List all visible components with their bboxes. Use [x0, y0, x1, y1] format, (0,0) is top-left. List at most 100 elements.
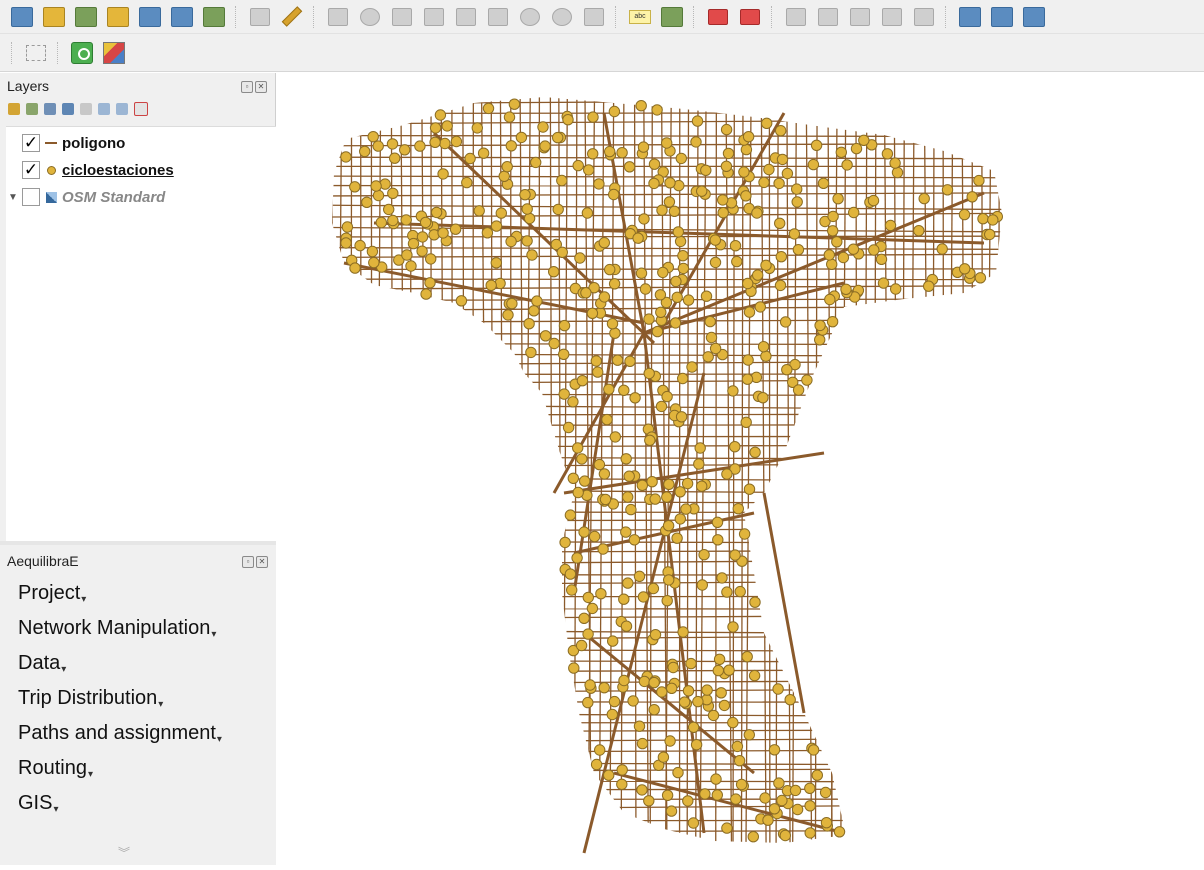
street-line — [314, 768, 1024, 771]
cut-icon[interactable] — [422, 5, 446, 29]
add-point-icon[interactable] — [358, 5, 382, 29]
station-point — [503, 310, 513, 320]
station-point — [805, 783, 815, 793]
station-point — [692, 116, 702, 126]
scroll-down-icon[interactable]: ︾ — [118, 844, 130, 861]
station-point — [371, 181, 381, 191]
station-point — [593, 367, 603, 377]
station-point — [890, 158, 900, 168]
label-rotate-icon[interactable] — [816, 5, 840, 29]
street-line — [314, 559, 1024, 564]
label-pin-2-icon[interactable] — [912, 5, 936, 29]
filter-map-icon[interactable] — [80, 103, 92, 115]
label-icon[interactable]: abc — [628, 5, 652, 29]
redo-icon[interactable] — [550, 5, 574, 29]
station-point — [832, 237, 842, 247]
station-point — [563, 422, 573, 432]
digitize-icon[interactable] — [138, 5, 162, 29]
arterial-line — [434, 133, 654, 343]
station-point — [842, 160, 852, 170]
station-point — [639, 214, 649, 224]
add-layer-icon[interactable] — [42, 5, 66, 29]
delete-icon-2[interactable] — [582, 5, 606, 29]
station-point — [640, 284, 650, 294]
line-icon[interactable] — [326, 5, 350, 29]
edit-layer-icon[interactable] — [106, 5, 130, 29]
menu-paths-and-assignment[interactable]: Paths and assignment▾ — [18, 722, 222, 757]
station-point — [673, 227, 683, 237]
label-red-icon[interactable] — [706, 5, 730, 29]
label-move-icon[interactable] — [784, 5, 808, 29]
layer-row-cicloestaciones[interactable]: ✓ cicloestaciones — [6, 158, 174, 182]
station-point — [974, 175, 984, 185]
plugin-c-icon[interactable] — [1022, 5, 1046, 29]
station-point — [658, 752, 668, 762]
station-point — [402, 250, 412, 260]
station-point — [442, 121, 452, 131]
layer-checkbox[interactable]: ✓ — [22, 161, 40, 179]
style-icon[interactable] — [8, 103, 20, 115]
layer-row-osm[interactable]: ▼ OSM Standard — [6, 185, 165, 209]
visibility-icon[interactable] — [44, 103, 56, 115]
station-point — [656, 401, 666, 411]
menu-project[interactable]: Project▾ — [18, 582, 222, 617]
delete-icon[interactable] — [390, 5, 414, 29]
undo-icon[interactable] — [518, 5, 542, 29]
collapse-all-icon[interactable] — [116, 103, 128, 115]
add-group-icon[interactable] — [26, 103, 38, 115]
station-point — [736, 779, 746, 789]
chevron-down-icon[interactable]: ▼ — [6, 192, 20, 203]
node-tool-icon[interactable] — [248, 5, 272, 29]
copy-icon[interactable] — [454, 5, 478, 29]
float-icon[interactable]: ▫ — [241, 81, 253, 93]
close-icon[interactable]: ✕ — [255, 81, 267, 93]
menu-data[interactable]: Data▾ — [18, 652, 222, 687]
label-pin-icon[interactable] — [660, 5, 684, 29]
identify-icon[interactable] — [70, 41, 94, 65]
menu-trip-distribution[interactable]: Trip Distribution▾ — [18, 687, 222, 722]
station-point — [792, 197, 802, 207]
open-layer-icon[interactable] — [10, 5, 34, 29]
menu-network-manipulation[interactable]: Network Manipulation▾ — [18, 617, 222, 652]
station-point — [605, 146, 615, 156]
close-icon[interactable]: ✕ — [256, 556, 268, 568]
pencil-icon[interactable] — [280, 5, 304, 29]
street-line — [962, 93, 967, 863]
label-style-icon[interactable] — [880, 5, 904, 29]
attribute-icon[interactable] — [202, 5, 226, 29]
multi-tool-icon[interactable] — [102, 41, 126, 65]
label-change-icon[interactable] — [848, 5, 872, 29]
station-point — [367, 246, 377, 256]
station-point — [431, 207, 441, 217]
plugin-a-icon[interactable] — [958, 5, 982, 29]
plugin-b-icon[interactable] — [990, 5, 1014, 29]
station-point — [609, 696, 619, 706]
station-point — [655, 290, 665, 300]
map-canvas[interactable] — [284, 73, 1204, 865]
expand-all-icon[interactable] — [98, 103, 110, 115]
layer-checkbox[interactable]: ✓ — [22, 134, 40, 152]
paste-icon[interactable] — [486, 5, 510, 29]
remove-layer-icon[interactable] — [134, 102, 148, 116]
select-tool-icon[interactable] — [24, 41, 48, 65]
float-icon[interactable]: ▫ — [242, 556, 254, 568]
station-point — [599, 469, 609, 479]
station-point — [656, 307, 666, 317]
layer-checkbox[interactable] — [22, 188, 40, 206]
menu-routing[interactable]: Routing▾ — [18, 757, 222, 792]
station-point — [600, 494, 610, 504]
station-point — [691, 740, 701, 750]
station-point — [425, 278, 435, 288]
station-point — [524, 213, 534, 223]
filter-icon[interactable] — [62, 103, 74, 115]
station-point — [373, 141, 383, 151]
station-point — [540, 331, 550, 341]
layer-row-poligono[interactable]: ✓ poligono — [6, 131, 125, 155]
station-point — [583, 592, 593, 602]
station-point — [820, 787, 830, 797]
station-point — [557, 247, 567, 257]
table-icon[interactable] — [170, 5, 194, 29]
menu-gis[interactable]: GIS▾ — [18, 792, 222, 827]
vertex-tool-icon[interactable] — [74, 5, 98, 29]
label-show-icon[interactable] — [738, 5, 762, 29]
